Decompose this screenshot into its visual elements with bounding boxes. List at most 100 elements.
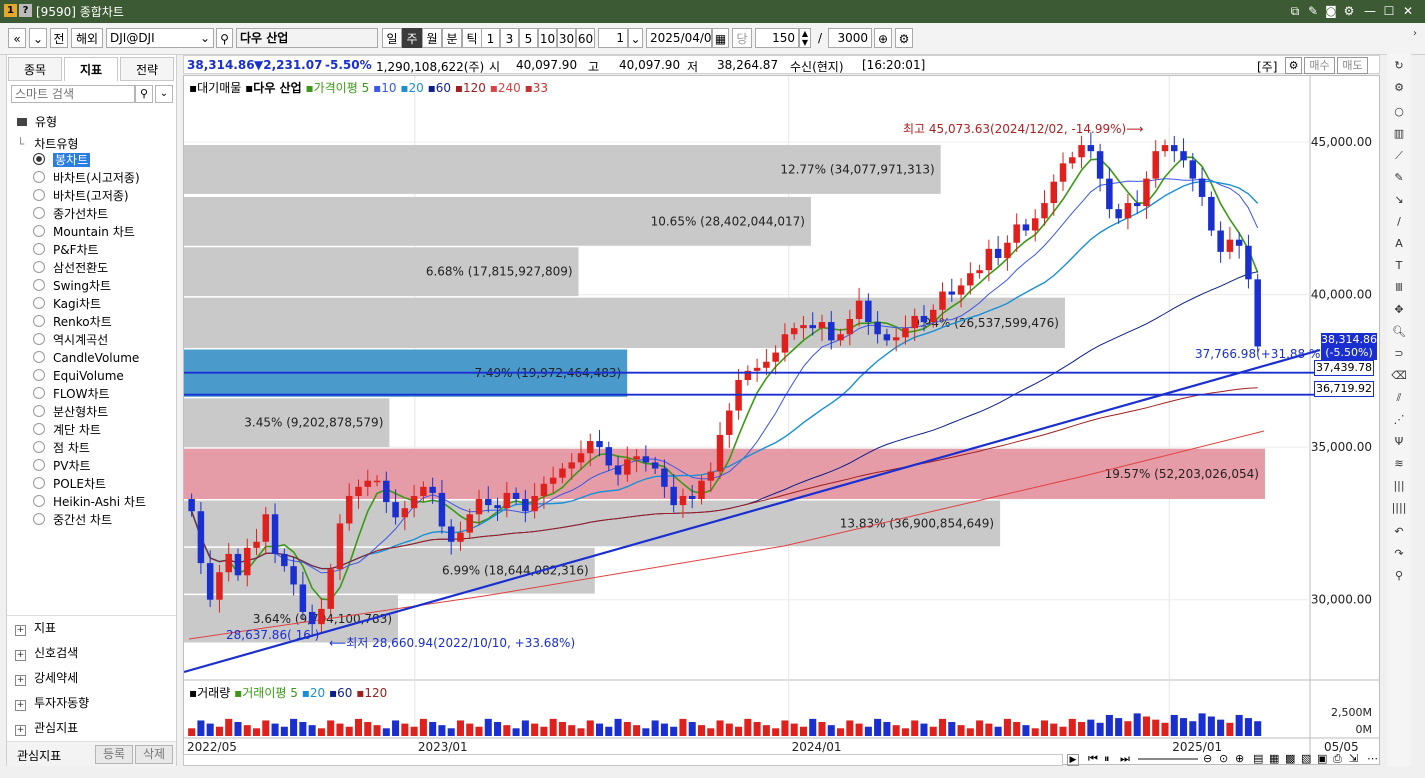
interval-3-button[interactable]: 3 <box>500 28 519 48</box>
zoom-icon[interactable]: 🔍︎ <box>1391 324 1407 340</box>
legend-ma-label[interactable]: 가격이평 <box>314 81 358 95</box>
pause-icon[interactable]: ⏸ <box>1104 752 1110 766</box>
radio-icon[interactable] <box>33 387 45 399</box>
count-spinner[interactable]: ▲ ▼ <box>799 28 811 48</box>
minimize-icon[interactable]: — <box>1362 3 1378 19</box>
radio-icon[interactable] <box>33 405 45 417</box>
chart-type-option[interactable]: Mountain 차트 <box>33 223 135 241</box>
delete-button[interactable]: 삭제 <box>135 745 173 764</box>
chart-type-option[interactable]: 바차트(고저종) <box>33 187 129 205</box>
chart-type-option[interactable]: 바차트(시고저종) <box>33 169 140 187</box>
search-icon[interactable]: ⚲ <box>135 85 153 103</box>
gear-icon[interactable]: ⚙ <box>1391 80 1407 96</box>
chart-type-option[interactable]: 삼선전환도 <box>33 259 108 277</box>
accordion-item[interactable]: + 투자자동향 <box>15 693 89 713</box>
tree-chart-type[interactable]: └ 차트유형 <box>17 135 78 152</box>
chart-svg[interactable]: 12.77% (34,077,971,313) 10.65% (28,402,04… <box>184 76 1379 764</box>
help-icon[interactable]: ? <box>19 4 32 17</box>
radio-icon[interactable] <box>33 261 45 273</box>
table-icon[interactable]: ▧ <box>1301 752 1311 765</box>
interval-input[interactable]: 1 <box>598 28 628 48</box>
split-icon[interactable]: ▦ <box>1269 752 1279 765</box>
accordion-item[interactable]: + 관심지표 <box>15 718 78 738</box>
legend-vma-60[interactable]: 60 <box>337 686 352 700</box>
radio-icon[interactable] <box>33 279 45 291</box>
eraser-icon[interactable]: ⌫ <box>1391 368 1407 384</box>
chart-type-option[interactable]: 종가선차트 <box>33 205 108 223</box>
chart-type-option[interactable]: Swing차트 <box>33 277 111 295</box>
chart-type-option[interactable]: Kagi차트 <box>33 295 101 313</box>
trendline-icon[interactable]: / <box>1391 214 1407 230</box>
export-icon[interactable]: ⇲ <box>1349 752 1358 765</box>
chart-type-option[interactable]: 중간선 차트 <box>33 511 112 529</box>
radio-icon[interactable] <box>33 171 45 183</box>
maximize-icon[interactable]: ☐ <box>1381 3 1397 19</box>
register-button[interactable]: 등록 <box>95 745 133 764</box>
total-input[interactable]: 3000 <box>828 28 872 48</box>
gann-icon[interactable]: ||| <box>1391 478 1407 494</box>
hline1-tag[interactable]: 37,439.78 <box>1314 360 1374 376</box>
legend-ma-33[interactable]: 33 <box>533 81 548 95</box>
pen-icon[interactable]: ✎ <box>1391 170 1407 186</box>
gear-icon[interactable]: ⚙ <box>1285 57 1302 74</box>
buy-button[interactable]: 매수 <box>1304 57 1335 74</box>
symbol-code-input[interactable]: DJI@DJI ⌄ <box>106 28 214 48</box>
magnet-icon[interactable]: ⊃ <box>1391 346 1407 362</box>
chevron-down-icon[interactable]: ⌄ <box>200 29 210 47</box>
tab-strategy[interactable]: 전략 <box>120 57 174 81</box>
crosshair-icon[interactable]: ✥ <box>1391 302 1407 318</box>
pitchfork-icon[interactable]: Ψ <box>1391 434 1407 450</box>
scroll-end-icon[interactable]: ⏭ <box>1120 752 1130 766</box>
chart-type-option[interactable]: 계단 차트 <box>33 421 101 439</box>
settings-icon[interactable]: ⚙ <box>1341 3 1357 19</box>
sell-button[interactable]: 매도 <box>1337 57 1368 74</box>
collapse-icon[interactable]: ⌄ <box>155 85 173 103</box>
image-icon[interactable]: ▣ <box>1317 752 1327 765</box>
history-dropdown-button[interactable]: ⌄ <box>29 28 47 48</box>
all-button[interactable]: 전 <box>50 28 68 48</box>
cycle-icon[interactable]: |||| <box>1391 500 1407 516</box>
calendar-icon[interactable]: ▦ <box>712 28 729 48</box>
radio-icon[interactable] <box>33 297 45 309</box>
section-type[interactable]: 유형 <box>17 113 57 130</box>
chart-type-option[interactable]: Heikin-Ashi 차트 <box>33 493 146 511</box>
legend-vma-120[interactable]: 120 <box>364 686 387 700</box>
zoom-reset-icon[interactable]: ⊙ <box>1219 752 1228 765</box>
radio-icon[interactable] <box>33 441 45 453</box>
legend-ma-20[interactable]: 20 <box>408 81 423 95</box>
app-number-icon[interactable]: 1 <box>4 4 17 17</box>
chart-area[interactable]: 12.77% (34,077,971,313) 10.65% (28,402,04… <box>183 75 1380 765</box>
note-icon[interactable]: ✎ <box>1305 3 1321 19</box>
search-icon[interactable]: ⚲ <box>1391 568 1407 584</box>
hline2-tag[interactable]: 36,719.92 <box>1314 381 1374 397</box>
period-week-button[interactable]: 주 <box>402 28 422 48</box>
more-icon[interactable]: ⋯ <box>1367 752 1378 765</box>
zigzag-icon[interactable]: ≋ <box>1391 456 1407 472</box>
undo-icon[interactable]: ↶ <box>1391 524 1407 540</box>
date-input[interactable]: 2025/04/06 <box>646 28 719 48</box>
text-icon[interactable]: T <box>1391 258 1407 274</box>
interval-1-button[interactable]: 1 <box>481 28 500 48</box>
interval-5-button[interactable]: 5 <box>519 28 538 48</box>
legend-volume-profile[interactable]: 대기매물 <box>197 81 241 95</box>
expand-right-icon[interactable]: › <box>1413 28 1423 48</box>
accordion-item[interactable]: + 강세약세 <box>15 668 78 688</box>
scroll-right-button[interactable]: ▶ <box>1067 754 1079 766</box>
legend-ma-60[interactable]: 60 <box>436 81 451 95</box>
chart-type-option[interactable]: PV차트 <box>33 457 91 475</box>
chart-type-option[interactable]: 봉차트 <box>33 151 91 169</box>
channel-icon[interactable]: ⫽ <box>1391 390 1407 406</box>
tab-stocks[interactable]: 종목 <box>8 57 62 81</box>
radio-icon[interactable] <box>33 207 45 219</box>
camera-icon[interactable]: ◙ <box>1323 3 1339 19</box>
close-icon[interactable]: ✕ <box>1400 3 1416 19</box>
prev-button[interactable]: « <box>8 28 26 48</box>
accordion-item[interactable]: + 신호검색 <box>15 643 78 663</box>
radio-icon[interactable] <box>33 459 45 471</box>
chart-type-option[interactable]: 분산형차트 <box>33 403 108 421</box>
bar-chart-icon[interactable]: ▥ <box>1391 126 1407 142</box>
search-icon[interactable]: ⚲ <box>216 28 233 48</box>
legend-symbol-name[interactable]: 다우 산업 <box>253 81 301 95</box>
legend-volume-ma[interactable]: 거래이평 <box>242 686 286 700</box>
period-month-button[interactable]: 월 <box>422 28 442 48</box>
